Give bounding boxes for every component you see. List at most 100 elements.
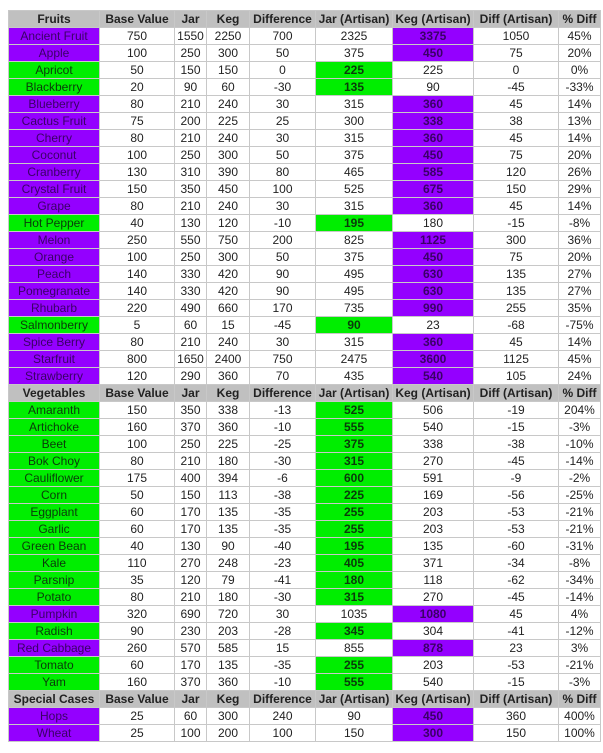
value-cell[interactable]: 360 [392, 197, 474, 215]
value-cell[interactable]: -53 [473, 656, 559, 674]
value-cell[interactable]: 540 [392, 367, 474, 385]
value-cell[interactable]: -8% [558, 554, 601, 572]
value-cell[interactable]: 13% [558, 112, 601, 130]
value-cell[interactable]: 300 [206, 44, 250, 62]
value-cell[interactable]: 60 [99, 503, 175, 521]
value-cell[interactable]: 203 [206, 622, 250, 640]
value-cell[interactable]: 204% [558, 401, 601, 419]
value-cell[interactable]: -6 [249, 469, 316, 487]
value-cell[interactable]: 160 [99, 418, 175, 436]
value-cell[interactable]: 220 [99, 299, 175, 317]
value-cell[interactable]: 80 [99, 197, 175, 215]
value-cell[interactable]: 135 [206, 503, 250, 521]
value-cell[interactable]: 700 [249, 27, 316, 45]
value-cell[interactable]: -14% [558, 452, 601, 470]
value-cell[interactable]: 135 [315, 78, 393, 96]
value-cell[interactable]: -41 [473, 622, 559, 640]
value-cell[interactable]: -38 [249, 486, 316, 504]
value-cell[interactable]: 15 [206, 316, 250, 334]
value-cell[interactable]: 60 [174, 707, 207, 725]
value-cell[interactable]: 465 [315, 163, 393, 181]
value-cell[interactable]: 50 [249, 146, 316, 164]
value-cell[interactable]: 23 [473, 639, 559, 657]
value-cell[interactable]: 270 [174, 554, 207, 572]
crop-name-cell[interactable]: Wheat [8, 724, 100, 742]
value-cell[interactable]: 330 [174, 265, 207, 283]
value-cell[interactable]: 170 [174, 503, 207, 521]
value-cell[interactable]: 60 [99, 656, 175, 674]
value-cell[interactable]: 50 [99, 61, 175, 79]
value-cell[interactable]: 210 [174, 333, 207, 351]
value-cell[interactable]: 585 [206, 639, 250, 657]
value-cell[interactable]: -45 [473, 78, 559, 96]
value-cell[interactable]: 240 [249, 707, 316, 725]
value-cell[interactable]: 450 [206, 180, 250, 198]
crop-name-cell[interactable]: Kale [8, 554, 100, 572]
value-cell[interactable]: 135 [473, 265, 559, 283]
value-cell[interactable]: 210 [174, 452, 207, 470]
value-cell[interactable]: -35 [249, 656, 316, 674]
value-cell[interactable]: 90 [315, 316, 393, 334]
value-cell[interactable]: 80 [249, 163, 316, 181]
value-cell[interactable]: 195 [315, 537, 393, 555]
value-cell[interactable]: 75 [99, 112, 175, 130]
value-cell[interactable]: 330 [174, 282, 207, 300]
value-cell[interactable]: -56 [473, 486, 559, 504]
value-cell[interactable]: 100 [99, 146, 175, 164]
column-header[interactable]: Jar [174, 384, 207, 402]
value-cell[interactable]: 360 [392, 95, 474, 113]
value-cell[interactable]: 375 [315, 146, 393, 164]
value-cell[interactable]: 2250 [206, 27, 250, 45]
value-cell[interactable]: 260 [99, 639, 175, 657]
value-cell[interactable]: 30 [249, 333, 316, 351]
value-cell[interactable]: -9 [473, 469, 559, 487]
value-cell[interactable]: 270 [392, 452, 474, 470]
value-cell[interactable]: -25 [249, 435, 316, 453]
value-cell[interactable]: 250 [174, 44, 207, 62]
value-cell[interactable]: 203 [392, 503, 474, 521]
value-cell[interactable]: 225 [206, 112, 250, 130]
value-cell[interactable]: 375 [315, 435, 393, 453]
value-cell[interactable]: 225 [206, 435, 250, 453]
value-cell[interactable]: 300 [206, 707, 250, 725]
value-cell[interactable]: 200 [206, 724, 250, 742]
value-cell[interactable]: -15 [473, 418, 559, 436]
value-cell[interactable]: -60 [473, 537, 559, 555]
value-cell[interactable]: -10 [249, 214, 316, 232]
value-cell[interactable]: 30 [249, 605, 316, 623]
value-cell[interactable]: 200 [249, 231, 316, 249]
value-cell[interactable]: -33% [558, 78, 601, 96]
value-cell[interactable]: 630 [392, 282, 474, 300]
value-cell[interactable]: -21% [558, 503, 601, 521]
value-cell[interactable]: 170 [174, 656, 207, 674]
value-cell[interactable]: 120 [99, 367, 175, 385]
column-header[interactable]: Diff (Artisan) [473, 690, 559, 708]
value-cell[interactable]: 50 [249, 44, 316, 62]
value-cell[interactable]: -30 [249, 78, 316, 96]
value-cell[interactable]: 360 [392, 129, 474, 147]
value-cell[interactable]: 735 [315, 299, 393, 317]
value-cell[interactable]: 24% [558, 367, 601, 385]
value-cell[interactable]: 30 [249, 197, 316, 215]
value-cell[interactable]: 5 [99, 316, 175, 334]
value-cell[interactable]: 315 [315, 129, 393, 147]
value-cell[interactable]: -3% [558, 418, 601, 436]
value-cell[interactable]: -12% [558, 622, 601, 640]
value-cell[interactable]: 90 [206, 537, 250, 555]
crop-name-cell[interactable]: Melon [8, 231, 100, 249]
value-cell[interactable]: 45 [473, 605, 559, 623]
crop-name-cell[interactable]: Salmonberry [8, 316, 100, 334]
value-cell[interactable]: 0 [249, 61, 316, 79]
value-cell[interactable]: -31% [558, 537, 601, 555]
crop-name-cell[interactable]: Beet [8, 435, 100, 453]
crop-name-cell[interactable]: Parsnip [8, 571, 100, 589]
value-cell[interactable]: 130 [174, 214, 207, 232]
value-cell[interactable]: 23 [392, 316, 474, 334]
value-cell[interactable]: 25 [249, 112, 316, 130]
value-cell[interactable]: 75 [473, 248, 559, 266]
value-cell[interactable]: -45 [473, 452, 559, 470]
crop-name-cell[interactable]: Grape [8, 197, 100, 215]
value-cell[interactable]: 36% [558, 231, 601, 249]
value-cell[interactable]: 315 [315, 588, 393, 606]
value-cell[interactable]: -41 [249, 571, 316, 589]
